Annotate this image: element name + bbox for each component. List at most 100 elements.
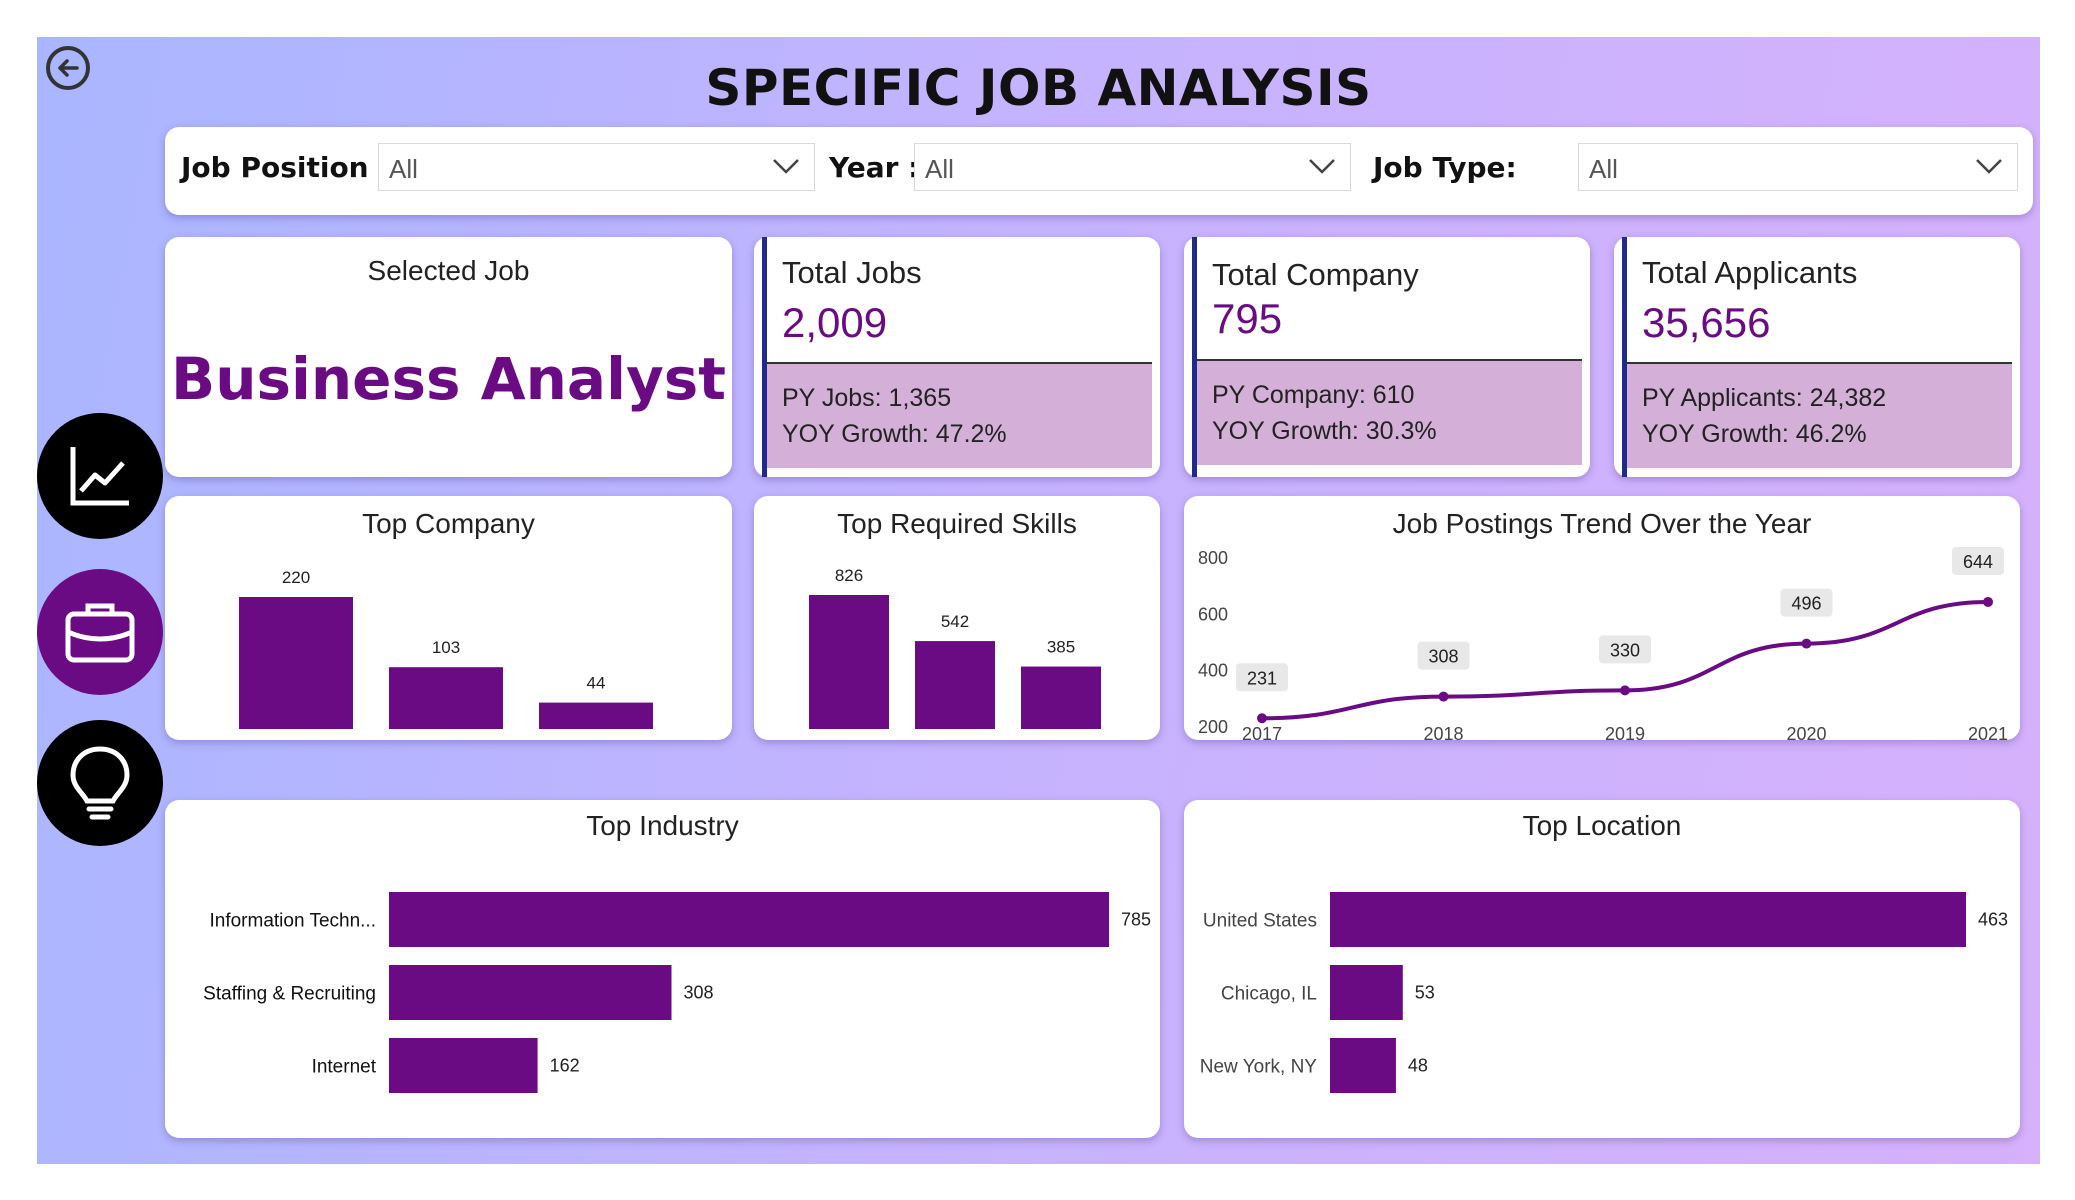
kpi-card-total-applicants: Total Applicants 35,656 PY Applicants: 2… (1614, 237, 2020, 477)
data-point (1983, 596, 1993, 607)
data-label: 496 (1791, 594, 1821, 614)
lightbulb-icon (70, 746, 130, 820)
bar (1330, 892, 1966, 947)
kpi-title: Total Company (1212, 257, 1419, 292)
kpi-previous-year: PY Jobs: 1,365 (782, 384, 952, 412)
y-tick-label: 600 (1198, 604, 1228, 624)
data-label: 103 (432, 638, 460, 657)
kpi-footer: PY Applicants: 24,382 YOY Growth: 46.2% (1627, 362, 2012, 468)
page-title: SPECIFIC JOB ANALYSIS (705, 59, 1372, 117)
data-label: 826 (835, 566, 863, 585)
bar (389, 965, 672, 1020)
kpi-footer: PY Jobs: 1,365 YOY Growth: 47.2% (767, 362, 1152, 468)
data-label: 231 (1247, 668, 1277, 688)
top-skills-card: Top Required Skills 826agile542excel385m… (754, 496, 1160, 740)
data-label: 308 (683, 983, 713, 1003)
category-label: microsoft (1024, 739, 1097, 740)
x-tick-label: 2019 (1605, 724, 1645, 740)
data-label: 644 (1963, 552, 1993, 572)
job-type-value: All (1589, 154, 1618, 184)
dashboard-canvas: SPECIFIC JOB ANALYSIS Job Position : All… (37, 37, 2040, 1164)
kpi-footer: PY Company: 610 YOY Growth: 30.3% (1197, 359, 1582, 465)
top-location-chart: 463 United States 53 Chicago, IL 48 New York,… (1200, 892, 2008, 1093)
bar (389, 892, 1109, 947)
job-type-dropdown[interactable]: All (1578, 143, 2018, 191)
data-point (1257, 713, 1267, 724)
category-label: Dice (428, 739, 464, 740)
y-tick-label: 200 (1198, 717, 1228, 737)
kpi-value: 2,009 (782, 299, 888, 346)
top-skills-chart: 826 agile 542 excel 385 microsoft (809, 566, 1101, 740)
data-label: 542 (941, 612, 969, 631)
kpi-title: Total Jobs (782, 255, 922, 290)
kpi-card-total-company: Total Company 795 PY Company: 610 YOY Gr… (1184, 237, 1590, 477)
bar (915, 641, 995, 729)
chevron-down-icon (1976, 159, 2002, 174)
briefcase-icon (65, 603, 135, 663)
nav-job-button[interactable] (37, 569, 163, 695)
category-label: Zscaler (566, 739, 625, 740)
data-point (1801, 638, 1812, 649)
data-label: 385 (1047, 638, 1075, 657)
category-label: Staffing & Recruiting (203, 984, 376, 1005)
x-tick-label: 2021 (1968, 724, 2008, 740)
category-label: Information Techn... (209, 911, 376, 932)
job-type-label: Job Type: (1373, 151, 1517, 184)
top-location-card: Top Location 463 United States 53 Chicago, … (1184, 800, 2020, 1138)
job-position-dropdown[interactable]: All (378, 143, 815, 191)
bar (809, 595, 889, 729)
bar (1021, 666, 1101, 729)
top-company-chart: 220 Perficient 103 Dice 44 Zscaler (239, 568, 653, 740)
y-tick-label: 800 (1198, 548, 1228, 568)
bar (239, 597, 353, 729)
chevron-down-icon (1309, 159, 1335, 174)
data-label: 44 (587, 674, 606, 693)
data-label: 308 (1428, 647, 1458, 667)
data-label: 785 (1121, 910, 1151, 930)
category-label: excel (934, 739, 976, 740)
category-label: New York, NY (1200, 1057, 1318, 1078)
filter-bar: Job Position : All Year : All Job Type: … (165, 127, 2033, 215)
top-industry-chart: 785 Information Techn... 308 Staffing & Rec… (203, 892, 1151, 1093)
kpi-yoy-growth: YOY Growth: 46.2% (1642, 420, 1867, 448)
category-label: United States (1203, 911, 1317, 932)
selected-job-card: Selected Job Business Analyst (165, 237, 732, 477)
x-tick-label: 2020 (1786, 724, 1826, 740)
nav-insights-button[interactable] (37, 720, 163, 846)
kpi-yoy-growth: YOY Growth: 47.2% (782, 420, 1007, 448)
data-point (1438, 691, 1449, 702)
category-label: agile (830, 739, 868, 740)
bar (1330, 965, 1403, 1020)
x-tick-label: 2018 (1423, 724, 1463, 740)
job-position-label: Job Position : (181, 151, 390, 184)
kpi-previous-year: PY Applicants: 24,382 (1642, 384, 1887, 412)
kpi-card-total-jobs: Total Jobs 2,009 PY Jobs: 1,365 YOY Grow… (754, 237, 1160, 477)
bar (389, 667, 503, 729)
top-industry-card: Top Industry 785 Information Techn... 308 S… (165, 800, 1160, 1138)
trend-chart: 200 400 600 800 2017 2018 2019 2020 2021 231 308 33… (1198, 546, 2008, 740)
data-point (1620, 685, 1630, 696)
year-value: All (925, 154, 954, 184)
kpi-title: Total Applicants (1642, 255, 1858, 290)
job-position-value: All (389, 154, 418, 184)
bar (539, 702, 653, 729)
bar (389, 1038, 538, 1093)
data-label: 220 (282, 568, 310, 587)
top-company-card: Top Company 220Perficient103Dice44Zscale… (165, 496, 732, 740)
chevron-down-icon (773, 159, 799, 174)
line-chart-icon (70, 447, 129, 506)
category-label: Chicago, IL (1221, 984, 1317, 1005)
year-dropdown[interactable]: All (914, 143, 1351, 191)
x-tick-label: 2017 (1242, 724, 1282, 740)
trend-card: Job Postings Trend Over the Year 200 400 6… (1184, 496, 2020, 740)
kpi-value: 35,656 (1642, 299, 1771, 346)
category-label: Internet (312, 1057, 377, 1078)
selected-job-title: Selected Job (367, 255, 530, 286)
nav-overview-button[interactable] (37, 413, 163, 539)
data-label: 463 (1978, 910, 2008, 930)
kpi-yoy-growth: YOY Growth: 30.3% (1212, 417, 1437, 445)
data-label: 330 (1610, 640, 1640, 660)
bar (1330, 1038, 1396, 1093)
year-label: Year : (829, 151, 920, 184)
data-label: 53 (1415, 983, 1435, 1003)
